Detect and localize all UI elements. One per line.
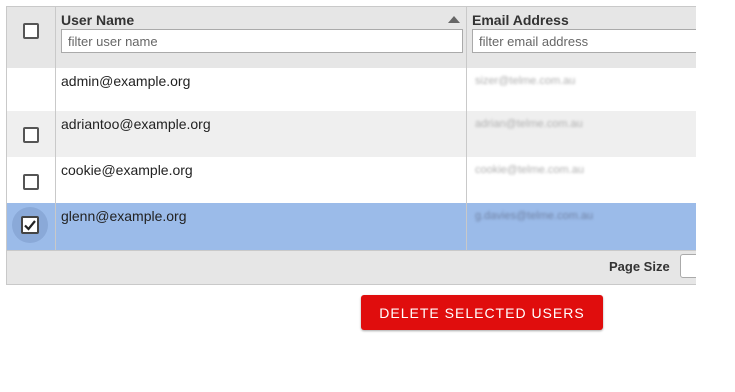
table-row-selected[interactable]: glenn@example.org g.davies@telme.com.au [7,203,700,250]
user-name-cell: adriantoo@example.org [61,116,211,132]
user-name-filter-input[interactable] [61,29,463,53]
checkmark-icon [24,220,36,231]
row-checkbox-checked[interactable] [21,216,39,234]
grid-footer: Page Size [7,250,700,284]
column-divider [466,7,467,250]
row-checkbox[interactable] [23,127,39,143]
email-cell: g.davies@telme.com.au [475,210,594,222]
users-grid: User Name Email Address admin@example.or… [6,6,700,285]
email-cell: sizer@telme.com.au [475,75,576,87]
user-name-cell: admin@example.org [61,73,191,89]
email-filter-input[interactable] [472,29,700,53]
select-all-checkbox[interactable] [23,23,39,39]
row-checkbox[interactable] [23,174,39,190]
page-size-label: Page Size [609,259,670,274]
grid-header: User Name Email Address [7,7,700,69]
table-row[interactable]: cookie@example.org cookie@telme.com.au [7,157,700,203]
torn-edge-right [696,0,735,392]
column-header-email[interactable]: Email Address [472,12,569,28]
screenshot-frame: User Name Email Address admin@example.or… [0,0,700,355]
delete-selected-users-button[interactable]: DELETE SELECTED USERS [361,295,603,330]
user-name-cell: cookie@example.org [61,162,193,178]
column-divider [55,7,56,250]
sort-ascending-icon[interactable] [448,16,460,23]
table-row[interactable]: admin@example.org sizer@telme.com.au [7,68,700,111]
torn-edge-bottom [0,355,735,392]
email-cell: adrian@telme.com.au [475,118,583,130]
table-row[interactable]: adriantoo@example.org adrian@telme.com.a… [7,111,700,157]
email-cell: cookie@telme.com.au [475,164,584,176]
column-header-user-name[interactable]: User Name [61,12,134,28]
user-name-cell: glenn@example.org [61,208,187,224]
